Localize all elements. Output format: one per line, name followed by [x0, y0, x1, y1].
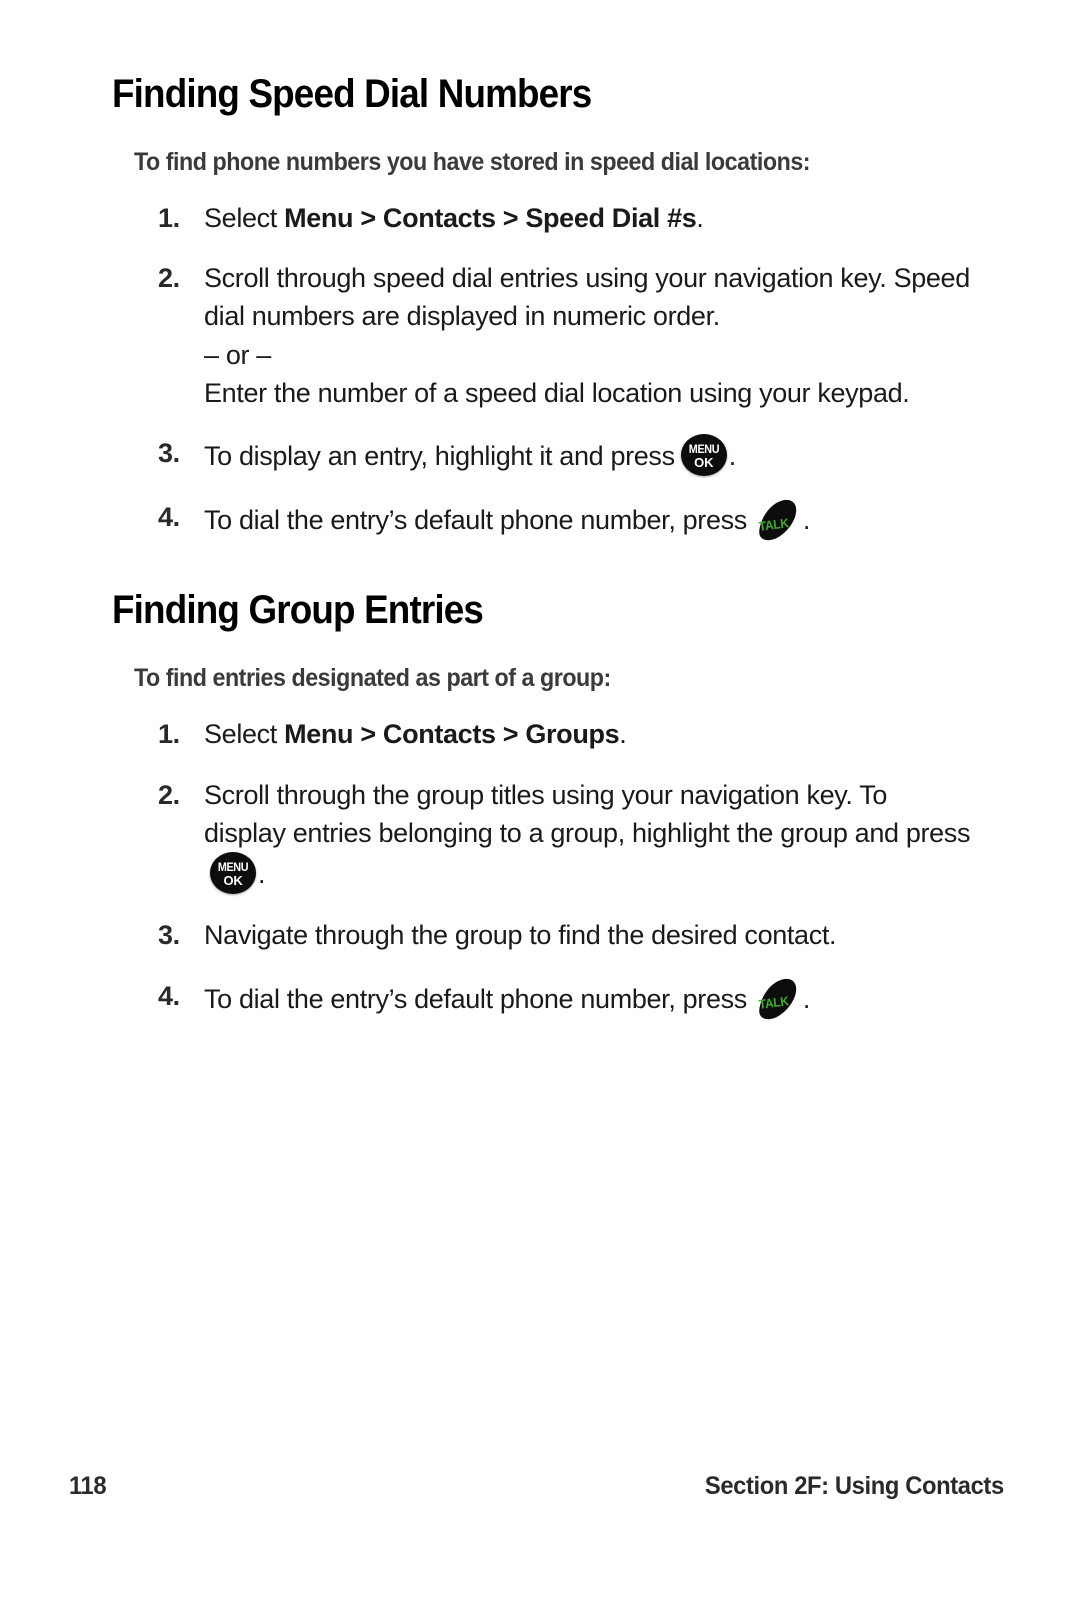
section-finding-speed-dial-numbers: Finding Speed Dial Numbers To find phone…	[112, 72, 972, 542]
talk-key-label: TALK	[757, 515, 790, 535]
menu-path-separator: >	[353, 719, 383, 750]
menu-ok-key-icon: MENU OK	[210, 852, 256, 895]
step-number: 3.	[158, 438, 180, 469]
steps-list: 1. Select Menu > Contacts > Speed Dial #…	[112, 199, 972, 543]
list-item: 2. Scroll through the group titles using…	[112, 776, 972, 895]
step-number: 1.	[158, 202, 180, 233]
step-number: 1.	[158, 719, 180, 750]
manual-page: Finding Speed Dial Numbers To find phone…	[0, 0, 1080, 1620]
section-intro: To find entries designated as part of a …	[134, 664, 611, 693]
step-text: To dial the entry’s default phone number…	[204, 977, 972, 1021]
list-item: 1. Select Menu > Contacts > Groups.	[112, 715, 972, 753]
section-intro: To find phone numbers you have stored in…	[134, 147, 811, 176]
step-text: To dial the entry’s default phone number…	[204, 498, 972, 542]
menu-ok-key-label-ok: OK	[694, 455, 714, 471]
footer-section-name: Section 2F: Using Contacts	[705, 1472, 1005, 1500]
step-text-line2: Enter the number of a speed dial locatio…	[204, 378, 910, 409]
page-content: Finding Speed Dial Numbers To find phone…	[112, 72, 972, 1021]
step-text: Navigate through the group to find the d…	[204, 920, 837, 951]
list-item: 4. To dial the entry’s default phone num…	[112, 498, 972, 542]
menu-path-part: Menu	[284, 202, 354, 233]
step-text: Select Menu > Contacts > Groups.	[204, 715, 972, 753]
step-text-post: .	[258, 859, 266, 890]
step-text-pre: Scroll through the group titles using yo…	[204, 779, 971, 848]
list-item: 2. Scroll through speed dial entries usi…	[112, 259, 972, 412]
step-text-pre: To display an entry, highlight it and pr…	[204, 441, 675, 472]
step-number: 4.	[158, 980, 180, 1011]
page-number: 118	[68, 1472, 107, 1500]
step-text-post: .	[696, 202, 704, 233]
menu-path-part: Menu	[284, 719, 354, 750]
menu-path-part: Speed Dial #s	[525, 202, 697, 233]
step-number: 4.	[158, 502, 180, 533]
step-text-pre: To dial the entry’s default phone number…	[204, 505, 747, 536]
step-text: Scroll through the group titles using yo…	[204, 776, 972, 895]
talk-key-icon: TALK	[755, 498, 797, 542]
list-item: 1. Select Menu > Contacts > Speed Dial #…	[112, 199, 972, 237]
page-title: Finding Speed Dial Numbers	[112, 72, 592, 116]
step-number: 2.	[158, 779, 180, 810]
step-text-post: .	[802, 505, 811, 536]
page-footer: 118 Section 2F: Using Contacts	[68, 1472, 1012, 1501]
menu-path-part: Contacts	[382, 719, 496, 750]
list-item: 4. To dial the entry’s default phone num…	[112, 977, 972, 1021]
menu-path-part: Groups	[525, 719, 620, 750]
talk-key-icon: TALK	[755, 977, 797, 1021]
list-item: 3. To display an entry, highlight it and…	[112, 434, 972, 477]
menu-path-separator: >	[495, 719, 526, 750]
step-text-line1: Scroll through speed dial entries using …	[204, 263, 970, 332]
menu-path-separator: >	[353, 202, 383, 233]
step-number: 2.	[158, 263, 180, 294]
or-separator: – or –	[204, 339, 271, 370]
step-text: Scroll through speed dial entries using …	[204, 259, 972, 412]
step-text-pre: Select	[204, 202, 285, 233]
section-finding-group-entries: Finding Group Entries To find entries de…	[112, 588, 972, 1020]
list-item: 3. Navigate through the group to find th…	[112, 916, 972, 954]
menu-path-separator: >	[495, 202, 526, 233]
step-number: 3.	[158, 920, 180, 951]
menu-path-part: Contacts	[382, 202, 496, 233]
menu-ok-key-label-ok: OK	[223, 873, 243, 889]
menu-ok-key-icon: MENU OK	[680, 434, 727, 477]
step-text: To display an entry, highlight it and pr…	[204, 434, 972, 477]
step-text-pre: Select	[204, 719, 285, 750]
step-text: Select Menu > Contacts > Speed Dial #s.	[204, 199, 972, 237]
step-text-post: .	[802, 983, 811, 1014]
page-title: Finding Group Entries	[112, 588, 484, 633]
steps-list: 1. Select Menu > Contacts > Groups. 2. S…	[112, 715, 972, 1020]
step-text-post: .	[728, 441, 737, 472]
step-text-pre: To dial the entry’s default phone number…	[204, 983, 747, 1014]
step-text-post: .	[619, 719, 627, 750]
